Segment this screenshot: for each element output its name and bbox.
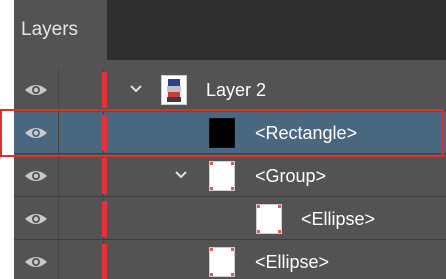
eye-icon	[25, 214, 47, 224]
chevron-down-icon[interactable]	[129, 84, 143, 94]
visibility-toggle[interactable]	[14, 198, 59, 240]
panel-tab-bar: Layers	[14, 0, 446, 60]
visibility-toggle[interactable]	[14, 155, 59, 197]
tab-layers[interactable]: Layers	[14, 0, 107, 60]
visibility-toggle[interactable]	[14, 69, 59, 111]
eye-icon	[25, 85, 47, 95]
ellipse-thumbnail	[256, 204, 282, 234]
layer-row[interactable]: <Ellipse>	[14, 241, 446, 279]
layer-name: <Group>	[255, 166, 327, 186]
group-thumbnail	[209, 161, 235, 191]
lock-toggle[interactable]	[59, 69, 104, 111]
lock-toggle[interactable]	[59, 241, 104, 279]
layer-name: Layer 2	[206, 80, 267, 100]
layer-name: <Ellipse>	[255, 252, 330, 272]
eye-icon	[25, 171, 47, 181]
visibility-toggle[interactable]	[14, 241, 59, 279]
layer-row[interactable]: <Ellipse>	[14, 198, 446, 240]
selection-highlight-annotation	[0, 109, 444, 157]
lock-toggle[interactable]	[59, 198, 104, 240]
eye-icon	[25, 257, 47, 267]
layer-color-bar	[102, 244, 107, 279]
layer-preview-icon	[167, 79, 181, 102]
layer-color-bar	[102, 72, 107, 108]
layer-color-bar	[102, 201, 107, 237]
layer-color-bar	[102, 158, 107, 194]
chevron-down-icon[interactable]	[174, 170, 188, 180]
layer-name: <Ellipse>	[301, 209, 376, 229]
lock-toggle[interactable]	[59, 155, 104, 197]
ellipse-thumbnail	[209, 247, 235, 277]
layer-row[interactable]: Layer 2	[14, 69, 446, 111]
layer-row[interactable]: <Group>	[14, 155, 446, 197]
layer-thumbnail	[161, 75, 187, 105]
